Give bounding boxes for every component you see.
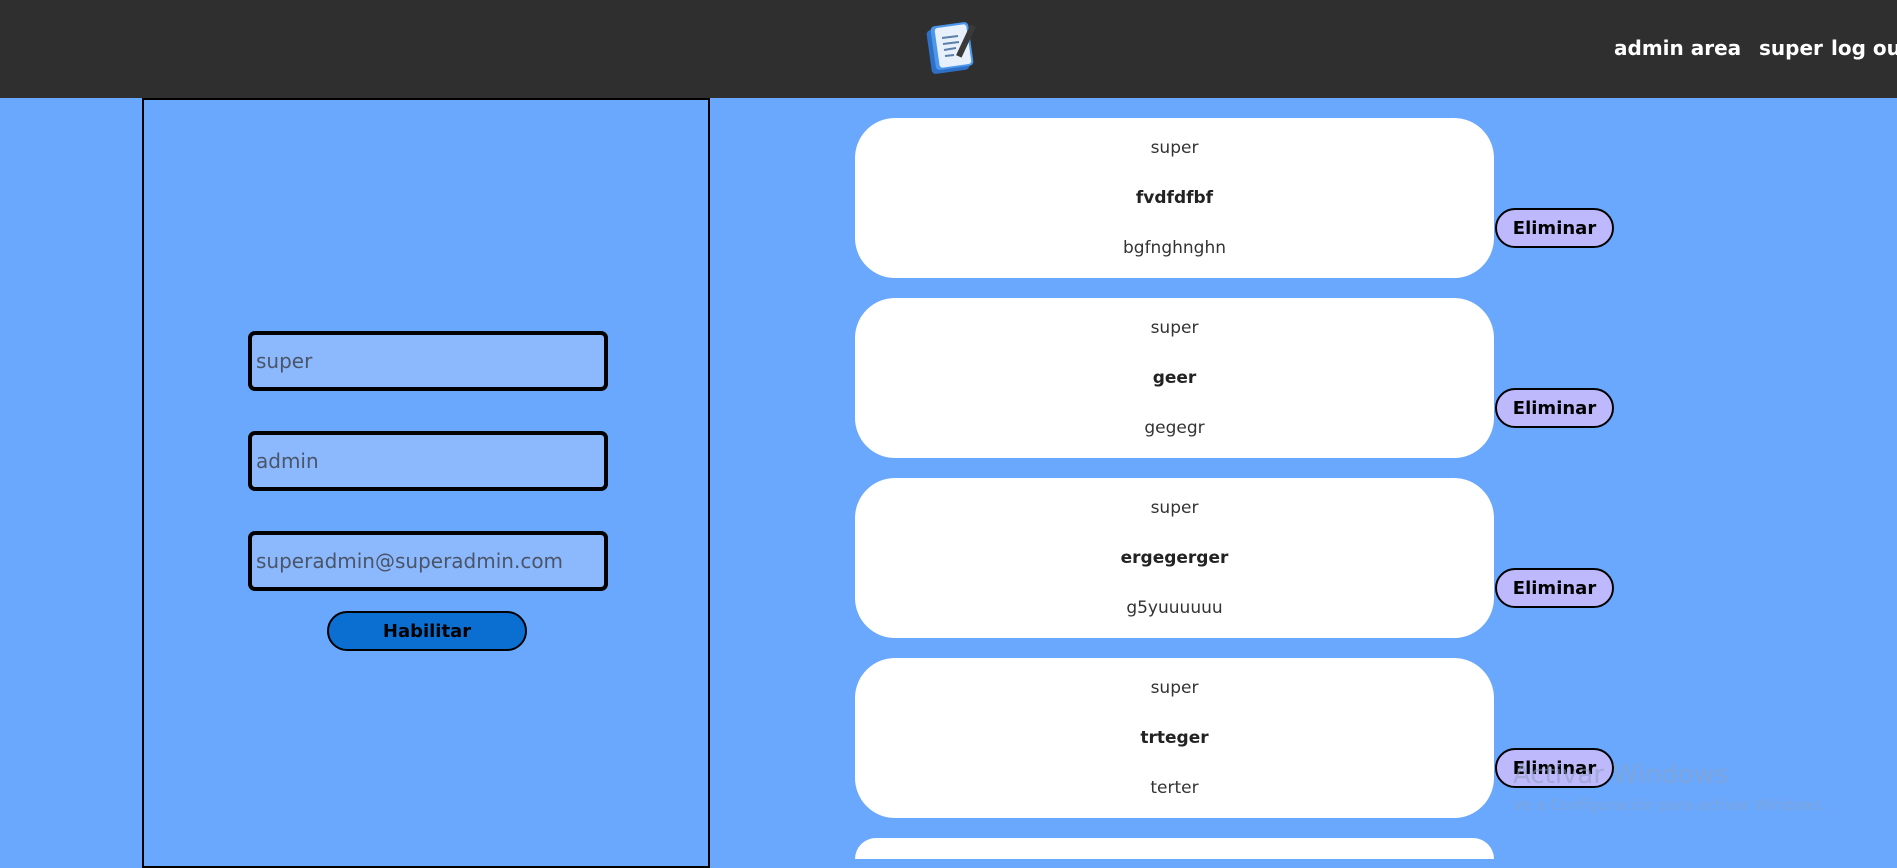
post-title: geer — [1152, 368, 1197, 388]
post-card: super trteger terter — [855, 658, 1494, 818]
username-input[interactable] — [248, 331, 608, 391]
nav-admin-area-link[interactable]: admin area — [1614, 36, 1741, 60]
post-card: super geer gegegr — [855, 298, 1494, 458]
delete-post-button[interactable]: Eliminar — [1495, 388, 1614, 428]
delete-post-button[interactable]: Eliminar — [1495, 748, 1614, 788]
post-card-partial — [855, 838, 1494, 859]
nav-logout-link[interactable]: log out — [1831, 36, 1897, 60]
post-author: super — [1150, 138, 1199, 158]
habilitar-button[interactable]: Habilitar — [327, 611, 527, 651]
post-card: super ergegerger g5yuuuuuu — [855, 478, 1494, 638]
post-title: ergegerger — [1120, 548, 1229, 568]
post-body: g5yuuuuuu — [1126, 598, 1223, 618]
email-input[interactable] — [248, 531, 608, 591]
post-author: super — [1150, 678, 1199, 698]
delete-post-button[interactable]: Eliminar — [1495, 208, 1614, 248]
post-body: terter — [1150, 778, 1199, 798]
watermark-subtitle: Ve a Configuración para activar Windows. — [1513, 796, 1826, 814]
delete-post-button[interactable]: Eliminar — [1495, 568, 1614, 608]
role-input[interactable] — [248, 431, 608, 491]
post-body: gegegr — [1144, 418, 1205, 438]
post-card: super fvdfdfbf bgfnghnghn — [855, 118, 1494, 278]
post-title: fvdfdfbf — [1135, 188, 1214, 208]
post-author: super — [1150, 318, 1199, 338]
notepad-pen-icon[interactable] — [923, 18, 979, 76]
post-title: trteger — [1140, 728, 1209, 748]
nav-user-link[interactable]: super — [1759, 36, 1823, 60]
top-navbar: admin area super log out — [0, 0, 1897, 98]
post-author: super — [1150, 498, 1199, 518]
post-body: bgfnghnghn — [1122, 238, 1227, 258]
